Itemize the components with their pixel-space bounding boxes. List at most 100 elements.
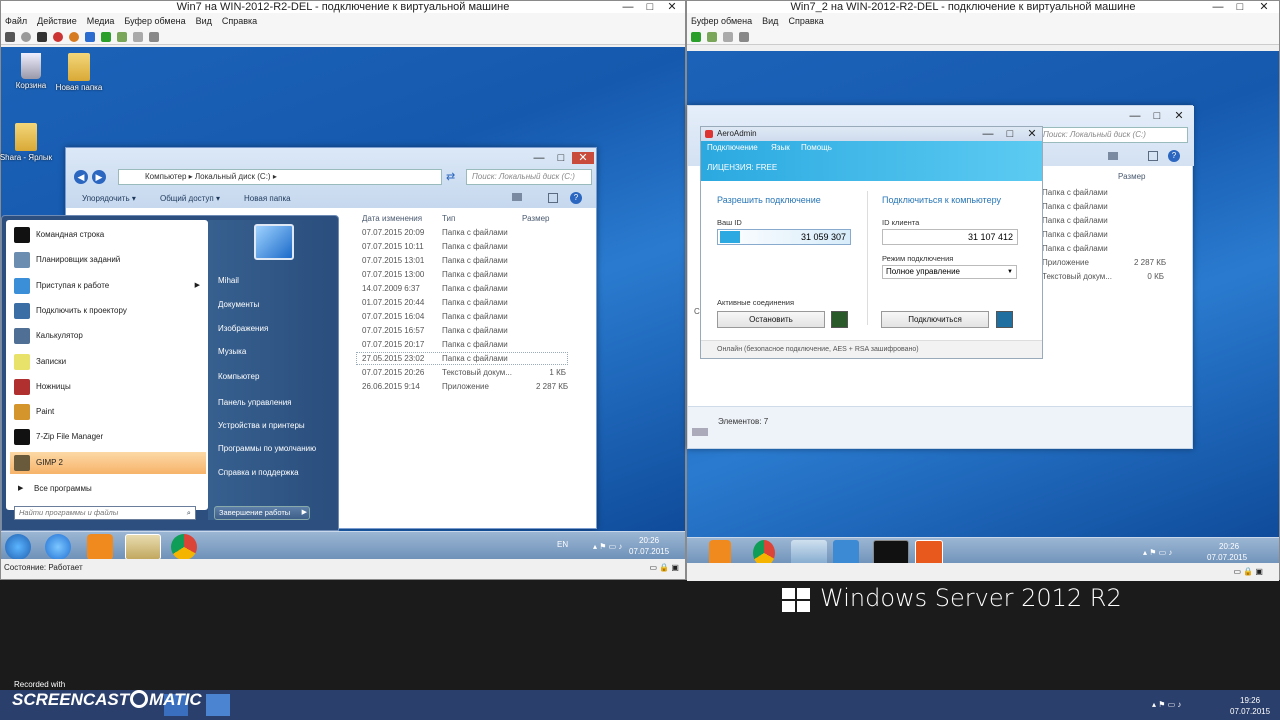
- vm-connection-icon[interactable]: [206, 694, 230, 716]
- table-cell-type[interactable]: Папка с файлами: [442, 242, 508, 251]
- table-cell-type[interactable]: Папка с файлами: [442, 228, 508, 237]
- start-program-item[interactable]: Приступая к работе ▶: [10, 275, 206, 297]
- table-cell-size[interactable]: 0 КБ: [1134, 272, 1164, 281]
- table-cell-date[interactable]: 07.07.2015 20:09: [362, 228, 424, 237]
- menu-view[interactable]: Вид: [762, 13, 778, 29]
- table-cell-type[interactable]: Текстовый докум...: [442, 368, 512, 377]
- table-cell-type[interactable]: Папка с файлами: [442, 340, 508, 349]
- pause-icon[interactable]: [85, 31, 95, 42]
- shutdown-button[interactable]: Завершение работы ▶: [214, 506, 310, 520]
- menu-help[interactable]: Справка: [222, 13, 257, 29]
- aero-close-button[interactable]: ✕: [1021, 128, 1043, 140]
- start-program-item[interactable]: Командная строка: [10, 224, 206, 246]
- start-place-item[interactable]: Устройства и принтеры: [218, 421, 305, 430]
- explorer2-maximize-button[interactable]: □: [1146, 110, 1168, 122]
- menu-view[interactable]: Вид: [196, 13, 212, 29]
- explorer-close-button[interactable]: ✕: [572, 152, 594, 164]
- new-folder-icon[interactable]: Новая папка: [49, 53, 109, 92]
- start-place-item[interactable]: Панель управления: [218, 398, 292, 407]
- table-cell-type[interactable]: Папка с файлами: [1042, 230, 1108, 239]
- tray-icons[interactable]: ▴ ⚑ ▭ ♪: [1143, 548, 1172, 557]
- host-tray-icons[interactable]: ▴ ⚑ ▭ ♪: [1152, 700, 1181, 709]
- menu-clipboard[interactable]: Буфер обмена: [691, 13, 752, 29]
- search-input[interactable]: Поиск: Локальный диск (C:): [466, 169, 592, 185]
- preview-pane-icon[interactable]: [548, 193, 558, 203]
- start-place-item[interactable]: Программы по умолчанию: [218, 444, 316, 453]
- start-place-item[interactable]: Компьютер: [218, 372, 259, 381]
- clock-time[interactable]: 20:26: [1219, 542, 1239, 551]
- table-cell-date[interactable]: 07.07.2015 16:04: [362, 312, 424, 321]
- menu-action[interactable]: Действие: [37, 13, 77, 29]
- table-cell-date[interactable]: 07.07.2015 16:57: [362, 326, 424, 335]
- table-cell-date[interactable]: 07.07.2015 10:11: [362, 242, 424, 251]
- explorer-maximize-button[interactable]: □: [550, 152, 572, 164]
- table-cell-size[interactable]: 2 287 КБ: [536, 382, 568, 391]
- chat-icon[interactable]: [831, 311, 848, 328]
- help-icon[interactable]: ?: [570, 192, 582, 204]
- table-cell-type[interactable]: Папка с файлами: [442, 298, 508, 307]
- clock-date[interactable]: 07.07.2015: [629, 547, 669, 556]
- menu-media[interactable]: Медиа: [87, 13, 115, 29]
- table-cell-size[interactable]: 1 КБ: [536, 368, 566, 377]
- menu-clipboard[interactable]: Буфер обмена: [124, 13, 185, 29]
- forward-icon[interactable]: ▶: [92, 170, 106, 184]
- view-options-icon[interactable]: [512, 193, 522, 201]
- highlighted-row[interactable]: [356, 352, 568, 365]
- table-cell-date[interactable]: 07.07.2015 20:26: [362, 368, 424, 377]
- start-icon[interactable]: [21, 31, 31, 42]
- table-cell-type[interactable]: Папка с файлами: [1042, 216, 1108, 225]
- explorer2-close-button[interactable]: ✕: [1168, 110, 1190, 122]
- preview-pane-icon[interactable]: [1148, 151, 1158, 161]
- start-program-item[interactable]: Калькулятор: [10, 325, 206, 347]
- minimize-button[interactable]: —: [617, 1, 639, 13]
- table-cell-date[interactable]: 07.07.2015 13:00: [362, 270, 424, 279]
- refresh-icon[interactable]: ⇄: [446, 170, 460, 184]
- breadcrumb-disk[interactable]: Локальный диск (C:): [195, 172, 271, 181]
- play-icon[interactable]: [691, 31, 701, 42]
- checkpoint-icon[interactable]: [707, 31, 717, 42]
- start-place-item[interactable]: Документы: [218, 300, 259, 309]
- enhanced-session-icon[interactable]: [739, 31, 749, 42]
- column-type[interactable]: Тип: [442, 214, 455, 223]
- table-cell-type[interactable]: Папка с файлами: [1042, 202, 1108, 211]
- explorer2-search-input[interactable]: Поиск: Локальный диск (C:): [1028, 127, 1188, 143]
- column-size[interactable]: Размер: [522, 214, 550, 223]
- save-icon[interactable]: [69, 31, 79, 42]
- start-place-item[interactable]: Справка и поддержка: [218, 468, 299, 477]
- turn-off-icon[interactable]: [37, 31, 47, 42]
- explorer-minimize-button[interactable]: —: [528, 152, 550, 164]
- start-program-item[interactable]: Записки: [10, 351, 206, 373]
- aero-menu-help[interactable]: Помощь: [801, 143, 832, 152]
- explorer2-minimize-button[interactable]: —: [1124, 110, 1146, 122]
- clock-date[interactable]: 07.07.2015: [1207, 553, 1247, 562]
- vm2-maximize-button[interactable]: □: [1229, 1, 1251, 13]
- shutdown-icon[interactable]: [53, 31, 63, 42]
- table-cell-date[interactable]: 07.07.2015 13:01: [362, 256, 424, 265]
- language-indicator[interactable]: EN: [557, 540, 568, 549]
- vm2-close-button[interactable]: ✕: [1253, 1, 1275, 13]
- connection-mode-select[interactable]: Полное управление ▼: [882, 265, 1017, 279]
- column-date[interactable]: Дата изменения: [362, 214, 422, 223]
- column-size[interactable]: Размер: [1118, 172, 1146, 181]
- table-cell-type[interactable]: Папка с файлами: [442, 326, 508, 335]
- start-program-item[interactable]: Ножницы: [10, 376, 206, 398]
- aero-menu-connection[interactable]: Подключение: [707, 143, 758, 152]
- host-clock-time[interactable]: 19:26: [1240, 696, 1260, 705]
- enhanced-session-icon[interactable]: [149, 31, 159, 42]
- table-cell-type[interactable]: Папка с файлами: [442, 270, 508, 279]
- menu-help[interactable]: Справка: [788, 13, 823, 29]
- aero-maximize-button[interactable]: □: [999, 128, 1021, 140]
- table-cell-type[interactable]: Папка с файлами: [442, 284, 508, 293]
- explorer-taskbar-icon[interactable]: [125, 534, 161, 560]
- table-cell-type[interactable]: Приложение: [442, 382, 489, 391]
- connect-options-icon[interactable]: [996, 311, 1013, 328]
- table-cell-type[interactable]: Папка с файлами: [442, 312, 508, 321]
- chrome-icon[interactable]: [171, 534, 197, 560]
- all-programs-button[interactable]: ▶ Все программы: [10, 478, 206, 500]
- start-place-item[interactable]: Mihail: [218, 276, 239, 285]
- start-place-item[interactable]: Изображения: [218, 324, 268, 333]
- client-id-input[interactable]: 31 107 412: [882, 229, 1018, 245]
- table-cell-type[interactable]: Текстовый докум...: [1042, 272, 1112, 281]
- table-cell-date[interactable]: 14.07.2009 6:37: [362, 284, 420, 293]
- table-cell-date[interactable]: 07.07.2015 20:17: [362, 340, 424, 349]
